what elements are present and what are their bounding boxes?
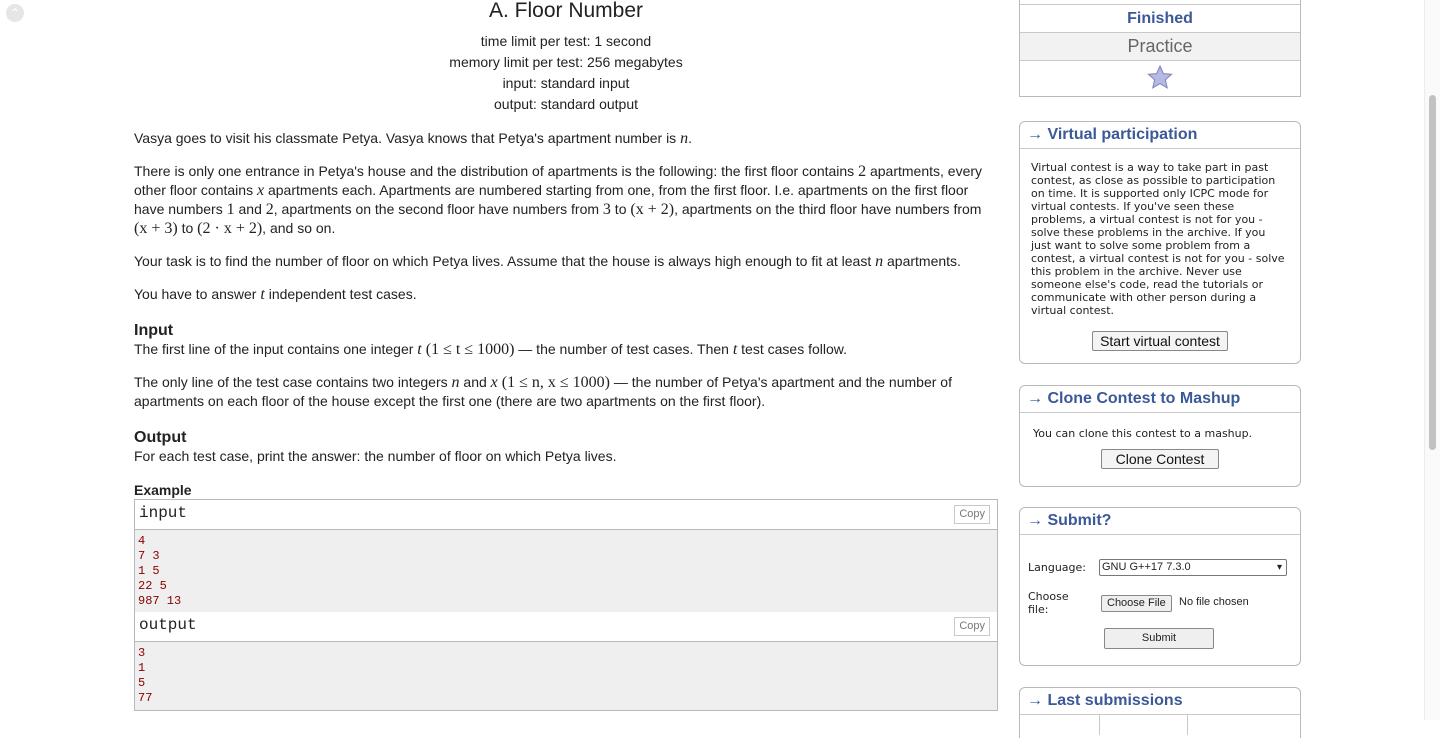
language-select-value: GNU G++17 7.3.0 [1102,561,1191,573]
input-file: input: standard input [502,75,630,91]
sample-output-content: 3 1 5 77 [135,642,997,710]
page-scrollbar[interactable] [1424,0,1440,720]
sample-input-line: 987 13 [138,594,182,608]
sample-output-line: 77 [138,691,153,705]
chevron-down-icon: ▾ [1276,562,1282,573]
virtual-participation-text: Virtual contest is a way to take part in… [1031,161,1285,317]
sample-output-label: output [139,616,197,634]
input-section-title: Input [134,322,174,339]
clone-contest-title: → Clone Contest to Mashup [1020,386,1300,413]
choose-file-button[interactable]: Choose File [1101,595,1172,612]
contest-status[interactable]: Finished [1020,4,1300,32]
contest-mode: Practice [1020,32,1300,60]
sample-input-line: 1 5 [138,564,160,578]
clone-contest-text: You can clone this contest to a mashup. [1033,427,1253,440]
memory-limit: memory limit per test: 256 megabytes [449,54,683,70]
choose-file-label: Choose file: [1028,590,1069,616]
sample-input-line: 7 3 [138,549,160,563]
statement-paragraph-2: There is only one entrance in Petya's ho… [134,163,983,237]
language-label: Language: [1028,561,1086,574]
output-file: output: standard output [494,96,638,112]
submit-button[interactable]: Submit [1104,628,1214,649]
file-status: No file chosen [1179,596,1249,608]
clone-contest-button[interactable]: Clone Contest [1100,449,1220,469]
sample-output-box: output Copy 3 1 5 77 [134,612,998,711]
time-limit: time limit per test: 1 second [480,33,652,49]
input-spec-line-2: The only line of the test case contains … [134,374,952,409]
output-section-title: Output [134,429,187,446]
example-title: Example [134,482,192,498]
statement-paragraph-4: You have to answer t independent test ca… [134,286,417,303]
problem-statement: A. Floor Number time limit per test: 1 s… [134,0,998,500]
submit-title: → Submit? [1020,508,1300,535]
problem-title: A. Floor Number [488,0,644,22]
contest-status-box: Finished Practice [1019,0,1301,97]
sample-output-line: 5 [138,676,146,690]
sample-input-box: input Copy 4 7 3 1 5 22 5 987 13 [134,499,998,614]
sample-output-line: 1 [138,661,146,675]
language-select[interactable]: GNU G++17 7.3.0 ▾ [1099,559,1287,576]
last-submissions-panel: → Last submissions [1019,687,1301,738]
favorite-row [1020,60,1300,96]
start-virtual-contest-button[interactable]: Start virtual contest [1092,331,1228,351]
copy-input-button[interactable]: Copy [954,505,990,524]
sample-input-line: 22 5 [138,579,167,593]
scrollbar-thumb[interactable] [1429,95,1436,450]
sample-input-label: input [139,504,188,522]
sample-output-line: 3 [138,646,146,660]
virtual-participation-panel: → Virtual participation Virtual contest … [1019,121,1301,364]
scroll-up-icon[interactable]: ⌃ [6,4,24,22]
star-icon[interactable] [1147,64,1173,98]
last-submissions-title: → Last submissions [1020,688,1300,715]
statement-paragraph-3: Your task is to find the number of floor… [134,253,961,270]
output-spec: For each test case, print the answer: th… [134,448,617,464]
input-spec-line-1: The first line of the input contains one… [134,341,847,358]
virtual-participation-title: → Virtual participation [1020,122,1300,149]
copy-output-button[interactable]: Copy [954,617,990,636]
clone-contest-panel: → Clone Contest to Mashup You can clone … [1019,385,1301,487]
statement-paragraph-1: Vasya goes to visit his classmate Petya.… [134,130,692,147]
sample-output-header: output Copy [135,612,997,642]
sample-input-line: 4 [138,534,146,548]
sample-input-header: input Copy [135,500,997,530]
submit-panel: → Submit? Language: GNU G++17 7.3.0 ▾ Ch… [1019,507,1301,666]
problem-limits: time limit per test: 1 second memory lim… [134,31,998,115]
last-submissions-table [1020,715,1300,735]
sample-input-content: 4 7 3 1 5 22 5 987 13 [135,530,997,613]
